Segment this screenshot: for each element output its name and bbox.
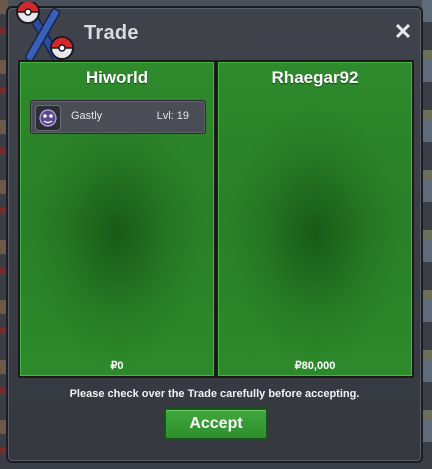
trade-panel-player-2: Rhaegar92 ₽80,000 [216, 60, 414, 378]
trade-item[interactable]: Gastly Lvl: 19 [30, 100, 206, 134]
game-scene: Trade ✕ Hiworld Gastly Lvl: 19 ₽0 Rhaega… [0, 0, 432, 469]
pokeball-logo-icon [16, 2, 74, 62]
trade-panel-player-1: Hiworld Gastly Lvl: 19 ₽0 [18, 60, 216, 378]
trade-item-level: Lvl: 19 [156, 110, 189, 122]
window-title: Trade [84, 22, 139, 44]
close-icon[interactable]: ✕ [391, 20, 415, 44]
background-right-strip [422, 0, 432, 469]
player-2-money: ₽80,000 [294, 360, 336, 372]
player-1-name: Hiworld [85, 68, 149, 87]
player-2-name: Rhaegar92 [271, 68, 359, 87]
accept-button[interactable]: Accept [164, 408, 268, 440]
trade-item-name: Gastly [71, 110, 103, 122]
trade-titlebar[interactable]: Trade ✕ [8, 2, 421, 62]
trade-notice: Please check over the Trade carefully be… [69, 388, 360, 400]
player-1-money: ₽0 [110, 360, 124, 372]
trade-window: Trade ✕ Hiworld Gastly Lvl: 19 ₽0 Rhaega… [6, 2, 423, 463]
pokemon-gastly-icon [35, 105, 61, 131]
